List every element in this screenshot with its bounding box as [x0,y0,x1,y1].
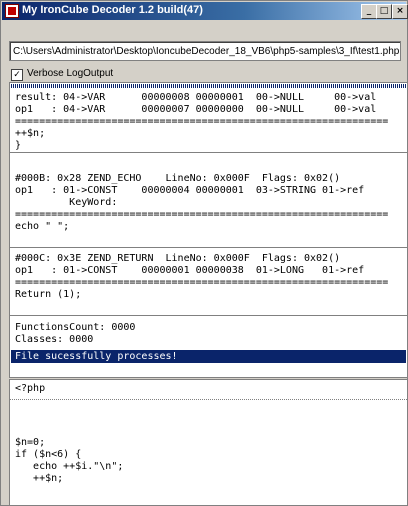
maximize-button[interactable]: □ [376,4,392,19]
app-icon[interactable] [5,4,19,18]
log-divider [10,152,407,153]
code-body: $n=0; if ($n<6) { echo ++$i."\n"; ++$n; [15,437,124,484]
checkbox-check-icon[interactable]: ✓ [11,69,23,81]
code-dotted-separator [10,399,407,400]
window-title: My IronCube Decoder 1.2 build(47) [22,4,203,16]
log-block-2: #000B: 0x28 ZEND_ECHO LineNo: 0x000F Fla… [15,173,389,232]
code-header: <?php [15,383,46,394]
status-line-selected[interactable]: File sucessfully processes! [11,350,406,363]
log-divider [10,315,407,316]
log-block-1: result: 04->VAR 00000008 00000001 00->NU… [15,92,389,151]
log-divider [10,247,407,248]
verbose-log-label: Verbose LogOutput [27,68,114,79]
file-path-input[interactable]: C:\Users\Administrator\Desktop\IoncubeDe… [9,41,401,61]
log-output-panel[interactable]: result: 04->VAR 00000008 00000001 00->NU… [9,82,408,378]
minimize-button[interactable]: _ [361,4,377,19]
log-summary: FunctionsCount: 0000 Classes: 0000 [15,322,136,345]
title-bar[interactable]: My IronCube Decoder 1.2 build(47) _ □ × [2,2,408,20]
close-button[interactable]: × [392,4,408,19]
decoder-window: My IronCube Decoder 1.2 build(47) _ □ × … [0,0,408,506]
decoded-code-panel[interactable]: <?php $n=0; if ($n<6) { echo ++$i."\n"; … [9,379,408,506]
verbose-log-checkbox[interactable]: ✓ Verbose LogOutput [11,67,113,81]
log-block-3: #000C: 0x3E ZEND_RETURN LineNo: 0x000F F… [15,253,389,300]
log-top-separator [11,84,406,88]
